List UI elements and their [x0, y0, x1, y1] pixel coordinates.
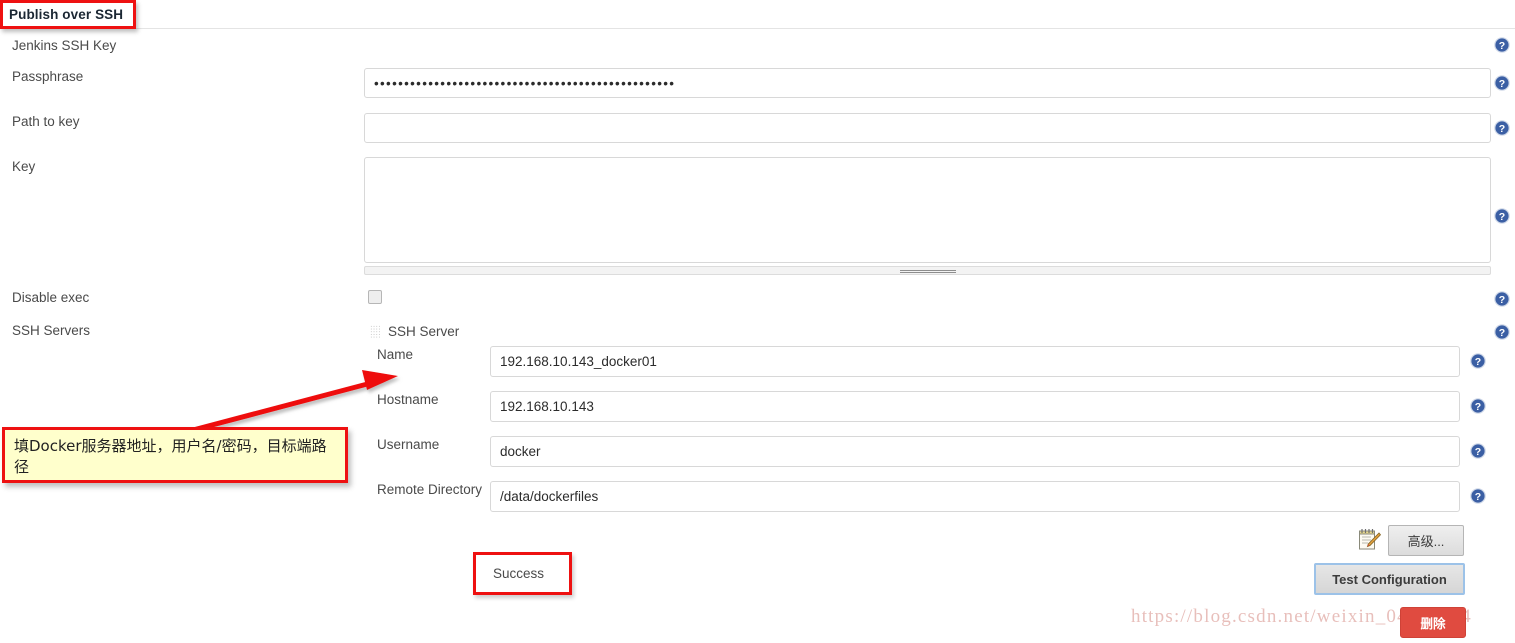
- svg-text:?: ?: [1499, 40, 1505, 52]
- svg-text:?: ?: [1475, 356, 1481, 368]
- ssh-server-heading: SSH Server: [388, 324, 460, 339]
- disable-exec-checkbox[interactable]: [368, 290, 382, 304]
- ssh-hostname-label: Hostname: [377, 392, 439, 407]
- header-divider: [0, 28, 1515, 29]
- textarea-resize-handle[interactable]: [364, 266, 1491, 275]
- delete-button[interactable]: 删除: [1400, 607, 1466, 638]
- help-circle-icon[interactable]: ?: [1470, 353, 1486, 369]
- key-textarea[interactable]: [364, 157, 1491, 263]
- disable-exec-label: Disable exec: [12, 290, 90, 305]
- svg-text:?: ?: [1499, 211, 1505, 223]
- annotation-note: 填Docker服务器地址，用户名/密码，目标端路径: [2, 427, 348, 483]
- passphrase-label: Passphrase: [12, 69, 84, 84]
- advanced-button[interactable]: 高级...: [1388, 525, 1464, 556]
- path-to-key-input[interactable]: [364, 113, 1491, 143]
- notepad-pencil-icon[interactable]: [1357, 527, 1382, 553]
- section-title-callout: Publish over SSH: [0, 0, 136, 29]
- help-circle-icon[interactable]: ?: [1494, 37, 1510, 53]
- help-circle-icon[interactable]: ?: [1494, 208, 1510, 224]
- path-to-key-label: Path to key: [12, 114, 80, 129]
- ssh-remote-directory-input[interactable]: [490, 481, 1460, 512]
- help-circle-icon[interactable]: ?: [1494, 120, 1510, 136]
- ssh-servers-label: SSH Servers: [12, 323, 91, 338]
- key-label: Key: [12, 159, 36, 174]
- ssh-name-label: Name: [377, 347, 414, 362]
- jenkins-ssh-key-label: Jenkins SSH Key: [12, 38, 117, 53]
- svg-text:?: ?: [1499, 294, 1505, 306]
- ssh-username-label: Username: [377, 437, 440, 452]
- ssh-name-input[interactable]: [490, 346, 1460, 377]
- ssh-username-input[interactable]: [490, 436, 1460, 467]
- help-circle-icon[interactable]: ?: [1470, 443, 1486, 459]
- svg-text:?: ?: [1475, 446, 1481, 458]
- ssh-hostname-input[interactable]: [490, 391, 1460, 422]
- help-circle-icon[interactable]: ?: [1494, 291, 1510, 307]
- svg-text:?: ?: [1499, 78, 1505, 90]
- page-title: Publish over SSH: [9, 7, 124, 22]
- test-configuration-button[interactable]: Test Configuration: [1314, 563, 1465, 595]
- svg-text:?: ?: [1475, 401, 1481, 413]
- annotation-note-text: 填Docker服务器地址，用户名/密码，目标端路径: [14, 437, 327, 477]
- passphrase-input[interactable]: [364, 68, 1491, 98]
- help-circle-icon[interactable]: ?: [1470, 398, 1486, 414]
- drag-handle-icon[interactable]: [370, 325, 381, 338]
- svg-text:?: ?: [1499, 123, 1505, 135]
- status-badge: Success: [493, 566, 545, 581]
- help-circle-icon[interactable]: ?: [1470, 488, 1486, 504]
- help-circle-icon[interactable]: ?: [1494, 75, 1510, 91]
- svg-text:?: ?: [1499, 327, 1505, 339]
- success-callout: Success: [473, 552, 572, 595]
- svg-text:?: ?: [1475, 491, 1481, 503]
- help-circle-icon[interactable]: ?: [1494, 324, 1510, 340]
- ssh-remote-directory-label: Remote Directory: [377, 482, 483, 497]
